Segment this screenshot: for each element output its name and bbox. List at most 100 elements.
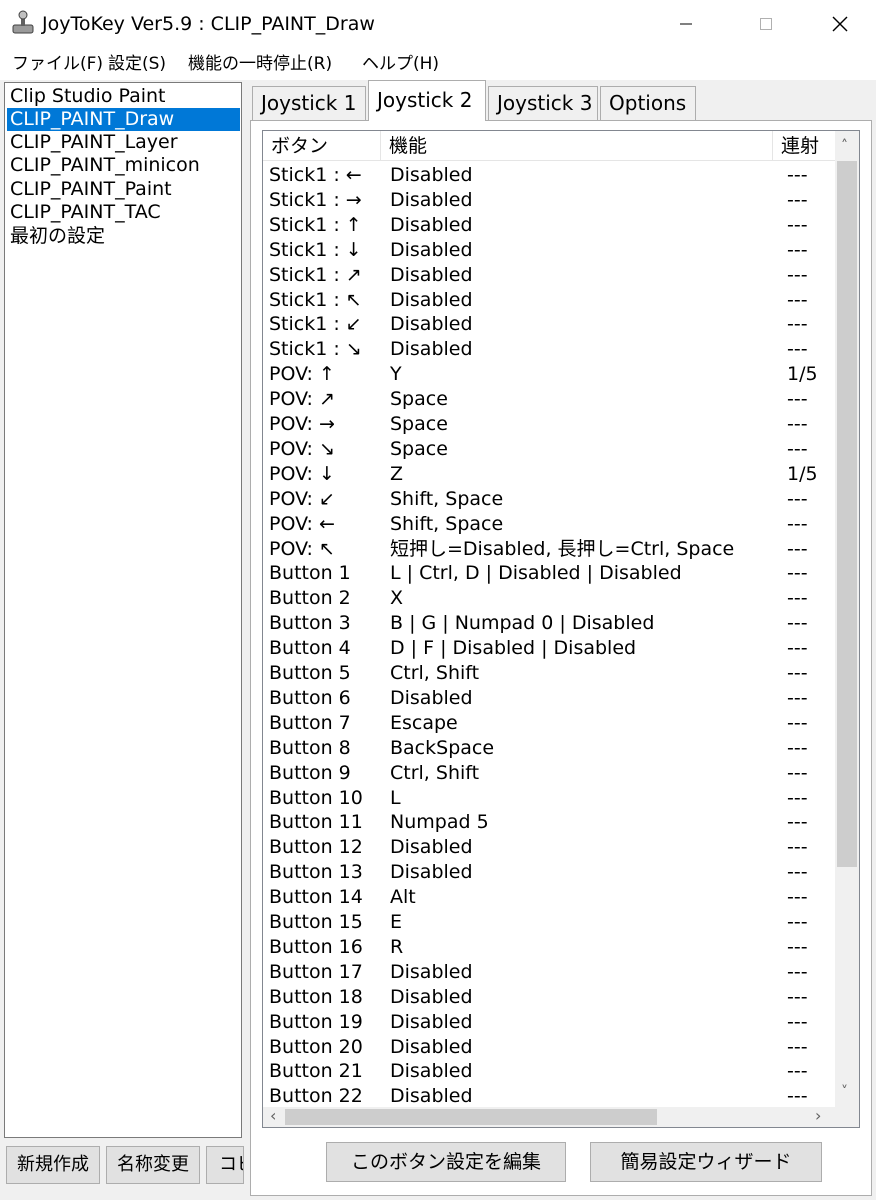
table-row[interactable]: Button 5 Ctrl, Shift --- <box>263 661 835 686</box>
copy-profile-button[interactable]: コピ <box>206 1146 244 1184</box>
tab-joystick-2[interactable]: Joystick 2 <box>368 80 486 121</box>
row-button-cell: Button 6 <box>269 686 351 709</box>
scroll-up-icon[interactable]: ˄ <box>841 139 848 153</box>
horizontal-scroll-thumb[interactable] <box>285 1109 657 1125</box>
table-row[interactable]: Button 10 L --- <box>263 786 835 811</box>
table-row[interactable]: Stick1 : ↙ Disabled --- <box>263 312 835 337</box>
row-repeat-cell: --- <box>787 612 808 635</box>
rename-profile-button[interactable]: 名称変更 <box>106 1146 200 1184</box>
table-row[interactable]: Button 14 Alt --- <box>263 885 835 910</box>
new-profile-button[interactable]: 新規作成 <box>6 1146 100 1184</box>
table-row[interactable]: POV: → Space --- <box>263 412 835 437</box>
row-button-cell: Button 13 <box>269 861 363 884</box>
table-row[interactable]: Button 3 B | G | Numpad 0 | Disabled --- <box>263 611 835 636</box>
table-row[interactable]: Button 18 Disabled --- <box>263 985 835 1010</box>
row-repeat-cell: --- <box>787 1035 808 1058</box>
row-function-cell: BackSpace <box>390 736 495 759</box>
table-row[interactable]: Button 6 Disabled --- <box>263 686 835 711</box>
table-row[interactable]: Button 7 Escape --- <box>263 711 835 736</box>
setup-wizard-button[interactable]: 簡易設定ウィザード <box>590 1142 822 1182</box>
menu-settings[interactable]: 設定(S) <box>108 53 166 75</box>
vertical-scroll-thumb[interactable] <box>837 161 857 867</box>
maximize-button[interactable] <box>730 0 802 48</box>
profile-item[interactable]: CLIP_PAINT_TAC <box>7 201 240 224</box>
row-repeat-cell: --- <box>787 637 808 660</box>
row-button-cell: Button 12 <box>269 836 363 859</box>
table-row[interactable]: POV: ↗ Space --- <box>263 387 835 412</box>
profile-item-selected[interactable]: CLIP_PAINT_Draw <box>7 108 240 131</box>
table-row[interactable]: Button 8 BackSpace --- <box>263 736 835 761</box>
row-repeat-cell: --- <box>787 587 808 610</box>
row-button-cell: Button 1 <box>269 562 351 585</box>
table-row[interactable]: Button 16 R --- <box>263 935 835 960</box>
table-row[interactable]: Button 4 D | F | Disabled | Disabled --- <box>263 636 835 661</box>
profile-item[interactable]: CLIP_PAINT_Layer <box>7 131 240 154</box>
row-button-cell: POV: ↙ <box>269 487 335 510</box>
table-row[interactable]: Button 15 E --- <box>263 910 835 935</box>
table-row[interactable]: Stick1 : ↓ Disabled --- <box>263 238 835 263</box>
minimize-button[interactable] <box>650 0 722 48</box>
row-button-cell: POV: ↖ <box>269 537 335 560</box>
menu-help[interactable]: ヘルプ(H) <box>362 53 439 75</box>
menu-pause[interactable]: 機能の一時停止(R) <box>188 53 332 75</box>
row-function-cell: Numpad 5 <box>390 811 489 834</box>
row-repeat-cell: --- <box>787 886 808 909</box>
tab-options[interactable]: Options <box>600 86 696 120</box>
table-row[interactable]: POV: ← Shift, Space --- <box>263 512 835 537</box>
table-row[interactable]: Button 12 Disabled --- <box>263 835 835 860</box>
table-row[interactable]: Button 1 L | Ctrl, D | Disabled | Disable… <box>263 561 835 586</box>
profile-list[interactable]: Clip Studio Paint CLIP_PAINT_Draw CLIP_P… <box>4 82 242 1138</box>
profile-item[interactable]: Clip Studio Paint <box>7 85 240 108</box>
column-header-button[interactable]: ボタン <box>263 131 381 161</box>
scroll-down-icon[interactable]: ˅ <box>841 1085 848 1099</box>
table-row[interactable]: POV: ↙ Shift, Space --- <box>263 487 835 512</box>
profile-item[interactable]: 最初の設定 <box>7 225 240 248</box>
row-button-cell: POV: ↗ <box>269 388 335 411</box>
row-function-cell: B | G | Numpad 0 | Disabled <box>390 612 655 635</box>
row-function-cell: Disabled <box>390 1035 473 1058</box>
table-row[interactable]: Button 13 Disabled --- <box>263 860 835 885</box>
table-row[interactable]: Stick1 : ↘ Disabled --- <box>263 337 835 362</box>
tab-joystick-1[interactable]: Joystick 1 <box>252 86 366 120</box>
row-button-cell: Button 14 <box>269 886 363 909</box>
table-row[interactable]: Button 20 Disabled --- <box>263 1035 835 1060</box>
table-row[interactable]: POV: ↘ Space --- <box>263 437 835 462</box>
table-row[interactable]: Button 17 Disabled --- <box>263 960 835 985</box>
row-button-cell: POV: ← <box>269 512 335 535</box>
scroll-right-icon[interactable]: › <box>815 1108 821 1124</box>
row-function-cell: L <box>390 786 401 809</box>
scroll-left-icon[interactable]: ‹ <box>270 1108 276 1124</box>
profile-item[interactable]: CLIP_PAINT_minicon <box>7 154 240 177</box>
menu-file[interactable]: ファイル(F) <box>12 53 103 75</box>
table-row[interactable]: Stick1 : → Disabled --- <box>263 188 835 213</box>
vertical-scrollbar[interactable]: ˄ ˅ <box>835 131 859 1107</box>
edit-button-config-button[interactable]: このボタン設定を編集 <box>326 1142 566 1182</box>
table-row[interactable]: Stick1 : ← Disabled --- <box>263 163 835 188</box>
table-row[interactable]: Button 9 Ctrl, Shift --- <box>263 761 835 786</box>
row-button-cell: Button 11 <box>269 811 363 834</box>
row-button-cell: Button 20 <box>269 1035 363 1058</box>
table-row[interactable]: POV: ↖ 短押し=Disabled, 長押し=Ctrl, Space --- <box>263 537 835 562</box>
row-button-cell: Button 21 <box>269 1060 363 1083</box>
table-row[interactable]: Button 2 X --- <box>263 586 835 611</box>
table-row[interactable]: Stick1 : ↗ Disabled --- <box>263 263 835 288</box>
table-row[interactable]: Stick1 : ↖ Disabled --- <box>263 288 835 313</box>
horizontal-scrollbar[interactable]: ‹ › <box>263 1107 835 1127</box>
row-repeat-cell: --- <box>787 537 808 560</box>
tab-joystick-3[interactable]: Joystick 3 <box>488 86 598 120</box>
table-row[interactable]: Button 11 Numpad 5 --- <box>263 810 835 835</box>
table-row[interactable]: POV: ↑ Y 1/5 <box>263 362 835 387</box>
menu-bar: ファイル(F) 設定(S) 機能の一時停止(R) ヘルプ(H) <box>0 48 876 80</box>
column-header-function[interactable]: 機能 <box>381 131 773 161</box>
table-row[interactable]: POV: ↓ Z 1/5 <box>263 462 835 487</box>
close-button[interactable] <box>804 0 876 48</box>
button-assignment-grid[interactable]: ボタン 機能 連射 Stick1 : ← Disabled --- Stick1 : … <box>262 130 860 1128</box>
table-row[interactable]: Button 22 Disabled --- <box>263 1084 835 1107</box>
row-repeat-cell: --- <box>787 562 808 585</box>
table-row[interactable]: Stick1 : ↑ Disabled --- <box>263 213 835 238</box>
column-header-repeat[interactable]: 連射 <box>773 131 835 161</box>
profile-item[interactable]: CLIP_PAINT_Paint <box>7 178 240 201</box>
row-function-cell: Space <box>390 388 448 411</box>
table-row[interactable]: Button 21 Disabled --- <box>263 1059 835 1084</box>
table-row[interactable]: Button 19 Disabled --- <box>263 1010 835 1035</box>
